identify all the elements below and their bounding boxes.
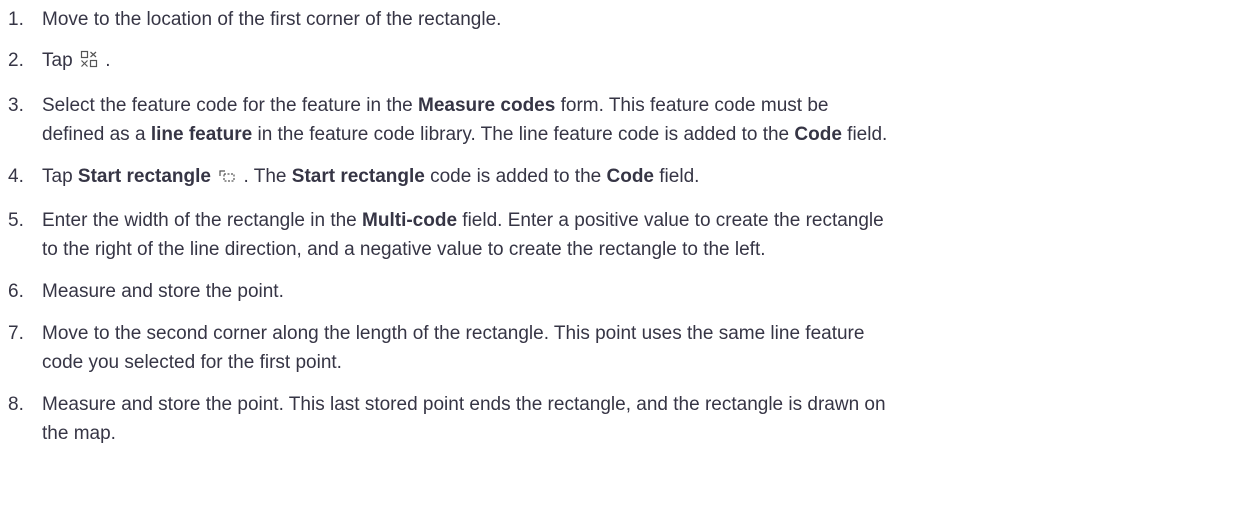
- step-number: 3.: [8, 95, 24, 116]
- step-number: 2.: [8, 50, 24, 71]
- step-5: 5. Enter the width of the rectangle in t…: [0, 206, 1245, 264]
- bold-term-line-feature: line feature: [150, 124, 253, 145]
- step-text: to the right of the line direction, and …: [42, 239, 766, 260]
- step-text: field.: [654, 166, 700, 187]
- start-rectangle-icon: [218, 164, 236, 193]
- step-text: field. Enter a positive value to create …: [457, 210, 884, 231]
- measure-codes-icon: [80, 48, 98, 77]
- step-number: 8.: [8, 394, 24, 415]
- step-text: Enter the width of the rectangle in the: [42, 210, 363, 231]
- step-number: 6.: [8, 281, 24, 302]
- bold-term-multi-code: Multi-code: [362, 210, 458, 231]
- step-text: Move to the second corner along the leng…: [42, 323, 865, 344]
- step-4: 4. Tap Start rectangle . The Start recta…: [0, 162, 1245, 193]
- step-7: 7. Move to the second corner along the l…: [0, 319, 1245, 377]
- step-2: 2. Tap .: [0, 46, 1245, 77]
- step-text: Move to the location of the first corner…: [42, 9, 502, 30]
- step-number: 4.: [8, 166, 24, 187]
- step-text: the map.: [42, 423, 116, 444]
- step-text: Measure and store the point. This last s…: [42, 394, 886, 415]
- step-number: 1.: [8, 9, 24, 30]
- step-3: 3. Select the feature code for the featu…: [0, 91, 1245, 149]
- step-text: in the feature code library. The line fe…: [252, 124, 795, 145]
- bold-term-measure-codes: Measure codes: [418, 95, 556, 116]
- bold-term-start-rectangle: Start rectangle: [291, 166, 425, 187]
- step-number: 5.: [8, 210, 24, 231]
- step-text: .: [99, 50, 111, 71]
- bold-term-start-rectangle: Start rectangle: [77, 166, 211, 187]
- step-text: Tap: [42, 50, 78, 71]
- step-text: code you selected for the first point.: [42, 352, 342, 373]
- step-6: 6. Measure and store the point.: [0, 277, 1245, 306]
- step-text: field.: [841, 124, 888, 145]
- step-1: 1. Move to the location of the first cor…: [0, 5, 1245, 34]
- step-text: . The: [238, 166, 292, 187]
- step-8: 8. Measure and store the point. This las…: [0, 390, 1245, 448]
- step-text: Measure and store the point.: [42, 281, 284, 302]
- bold-term-code: Code: [794, 124, 842, 145]
- step-text: code is added to the: [424, 166, 607, 187]
- procedure-steps-list: 1. Move to the location of the first cor…: [0, 5, 1245, 448]
- step-text: defined as a: [42, 124, 151, 145]
- step-text: Tap: [42, 166, 78, 187]
- bold-term-code: Code: [606, 166, 655, 187]
- step-text: Select the feature code for the feature …: [42, 95, 419, 116]
- step-number: 7.: [8, 323, 24, 344]
- step-text: form. This feature code must be: [555, 95, 829, 116]
